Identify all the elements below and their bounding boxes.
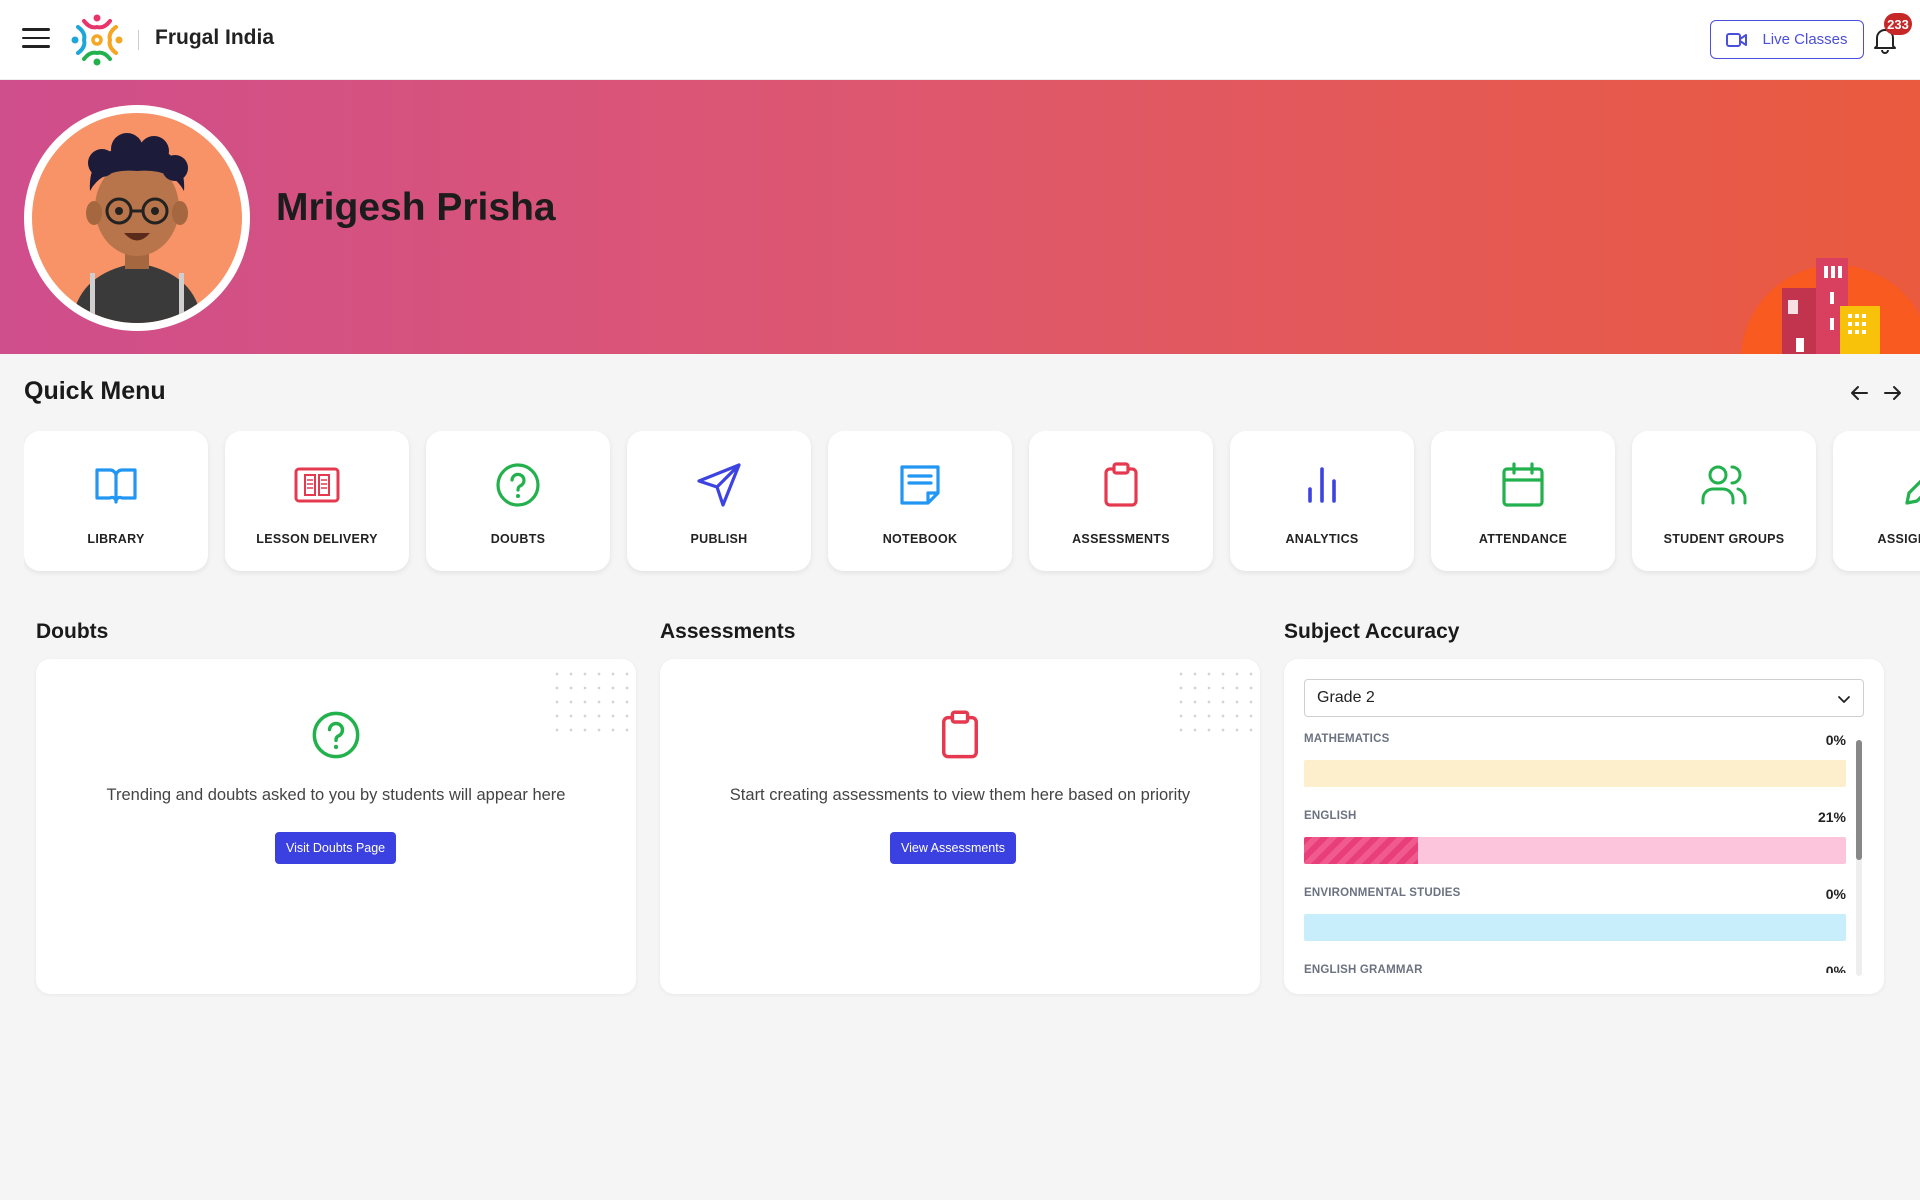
accuracy-bar: [1304, 760, 1846, 787]
lesson-book-icon: [294, 467, 340, 503]
quick-menu-title: Quick Menu: [24, 377, 166, 405]
logo-divider: [138, 30, 139, 50]
subject-name: ENVIRONMENTAL STUDIES: [1304, 887, 1461, 899]
doubts-panel: Trending and doubts asked to you by stud…: [36, 659, 636, 994]
hamburger-menu-icon[interactable]: [22, 28, 50, 52]
subject-percent: 0%: [1825, 733, 1846, 748]
quick-menu-label: PUBLISH: [690, 532, 748, 546]
chevron-down-icon: [1838, 696, 1850, 703]
subject-percent: 0%: [1825, 886, 1846, 902]
quick-menu-analytics[interactable]: ANALYTICS: [1230, 431, 1414, 571]
question-icon: [496, 463, 540, 507]
assessments-empty-message: Start creating assessments to view them …: [729, 786, 1191, 804]
profile-banner: Mrigesh Prisha: [0, 80, 1920, 354]
clipboard-icon: [1104, 462, 1138, 507]
doubts-empty-message: Trending and doubts asked to you by stud…: [106, 786, 566, 804]
question-icon: [312, 711, 360, 759]
subject-name: ENGLISH GRAMMAR: [1304, 964, 1423, 973]
live-classes-button[interactable]: Live Classes: [1710, 20, 1864, 59]
grade-select-value: Grade 2: [1317, 689, 1375, 706]
clipboard-icon: [942, 710, 978, 759]
top-bar: Frugal India Live Classes 233: [0, 0, 1920, 80]
arrow-left-icon[interactable]: [1848, 382, 1870, 404]
accuracy-bar: [1304, 914, 1846, 941]
avatar-illustration: [72, 133, 202, 323]
subject-row: ENGLISH GRAMMAR 0%: [1304, 963, 1846, 973]
quick-menu-label: DOUBTS: [490, 532, 546, 546]
calendar-icon: [1502, 462, 1544, 507]
subject-percent: 0%: [1825, 963, 1846, 973]
accuracy-bar-fill: [1304, 837, 1418, 864]
dots-decoration: [1174, 667, 1254, 737]
quick-menu-label: ASSIGNMENTS: [1877, 532, 1920, 546]
quick-menu-library[interactable]: LIBRARY: [24, 431, 208, 571]
quick-menu-row: LIBRARY LESSON DELIVERY DOUBTS PUBLISH N…: [24, 431, 1920, 576]
city-buildings-icon: [1741, 258, 1920, 354]
notebook-icon: [900, 465, 940, 505]
subject-name: ENGLISH: [1304, 810, 1357, 822]
quick-menu-assignments[interactable]: ASSIGNMENTS: [1833, 431, 1920, 571]
arrow-right-icon[interactable]: [1882, 382, 1904, 404]
scrollbar-thumb[interactable]: [1856, 740, 1862, 860]
notification-badge: 233: [1884, 13, 1912, 35]
quick-menu-publish[interactable]: PUBLISH: [627, 431, 811, 571]
frugal-logo-icon: [71, 14, 123, 66]
quick-menu-label: ASSESSMENTS: [1072, 532, 1170, 546]
grade-select[interactable]: Grade 2: [1304, 679, 1864, 717]
quick-menu-label: ATTENDANCE: [1478, 532, 1568, 546]
quick-menu-label: NOTEBOOK: [882, 532, 958, 546]
avatar[interactable]: [24, 105, 250, 331]
brand-name: Frugal India: [155, 26, 275, 49]
bar-chart-icon: [1308, 467, 1336, 503]
subject-row: MATHEMATICS 0%: [1304, 733, 1846, 803]
subject-accuracy-list: MATHEMATICS 0% ENGLISH 21% ENVIRONMENTAL…: [1304, 733, 1846, 973]
quick-menu-notebook[interactable]: NOTEBOOK: [828, 431, 1012, 571]
quick-menu-label: LESSON DELIVERY: [256, 532, 378, 546]
subject-accuracy-title: Subject Accuracy: [1284, 620, 1460, 643]
quick-menu-lesson-delivery[interactable]: LESSON DELIVERY: [225, 431, 409, 571]
visit-doubts-button[interactable]: Visit Doubts Page: [275, 832, 397, 864]
pencil-icon: [1905, 479, 1920, 505]
book-icon: [95, 468, 137, 504]
dots-decoration: [550, 667, 630, 737]
accuracy-scrollbar[interactable]: [1856, 740, 1862, 976]
doubts-title: Doubts: [36, 620, 109, 643]
subject-percent: 21%: [1817, 809, 1846, 825]
quick-menu-assessments[interactable]: ASSESSMENTS: [1029, 431, 1213, 571]
users-icon: [1701, 465, 1747, 505]
profile-name: Mrigesh Prisha: [276, 186, 556, 229]
video-camera-icon: [1726, 32, 1748, 47]
quick-menu-label: ANALYTICS: [1285, 532, 1359, 546]
subject-accuracy-panel: Grade 2 MATHEMATICS 0% ENGLISH 21% ENVIR…: [1284, 659, 1884, 994]
subject-row: ENVIRONMENTAL STUDIES 0%: [1304, 886, 1846, 957]
subject-name: MATHEMATICS: [1304, 733, 1390, 745]
quick-menu-doubts[interactable]: DOUBTS: [426, 431, 610, 571]
quick-menu-attendance[interactable]: ATTENDANCE: [1431, 431, 1615, 571]
send-icon: [697, 463, 741, 507]
assessments-title: Assessments: [660, 620, 796, 643]
view-assessments-button[interactable]: View Assessments: [890, 832, 1016, 864]
quick-menu-label: STUDENT GROUPS: [1663, 532, 1785, 546]
assessments-panel: Start creating assessments to view them …: [660, 659, 1260, 994]
accuracy-bar: [1304, 837, 1846, 864]
subject-row: ENGLISH 21%: [1304, 809, 1846, 880]
quick-menu-label: LIBRARY: [87, 532, 145, 546]
quick-menu-student-groups[interactable]: STUDENT GROUPS: [1632, 431, 1816, 571]
live-classes-label: Live Classes: [1762, 31, 1848, 48]
